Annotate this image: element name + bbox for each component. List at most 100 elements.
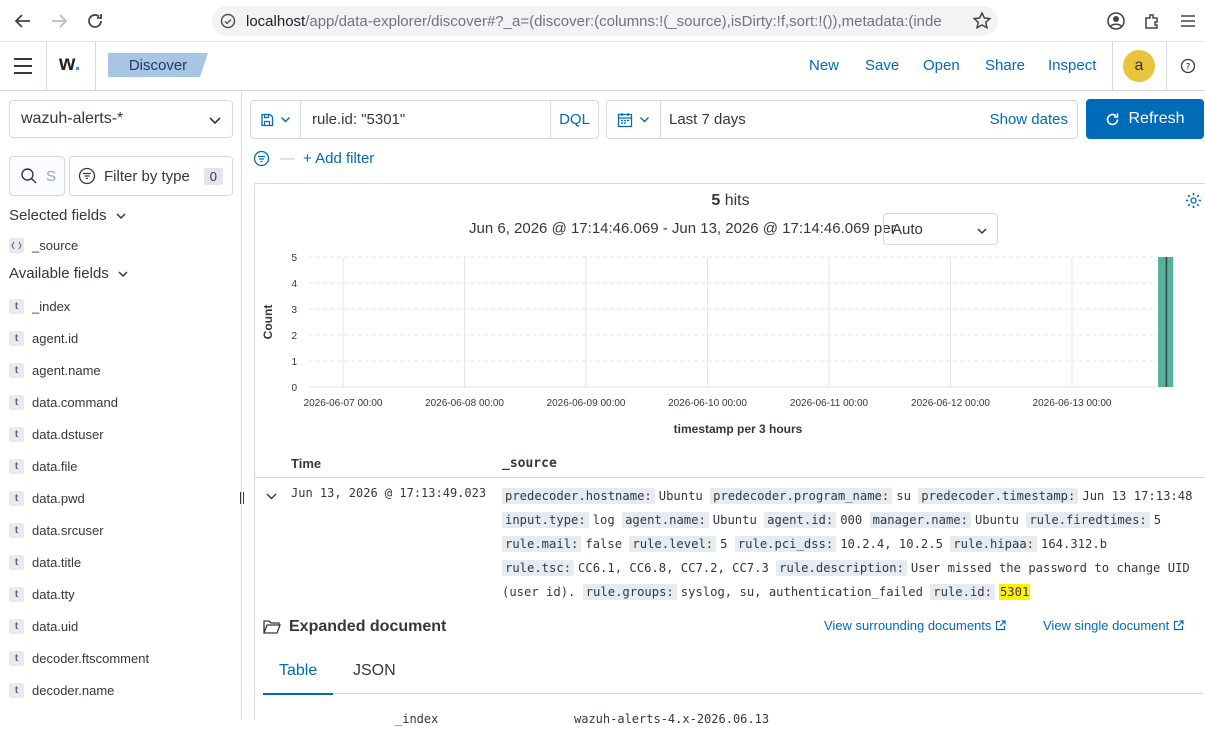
string-type-icon: t <box>9 554 24 570</box>
histogram-chart: 0 1 2 3 4 5 2026-06-07 00:00 2026-06-08 00:00 20… <box>261 253 1174 436</box>
address-bar[interactable]: localhost/app/data-explorer/discover#?_a… <box>212 6 998 36</box>
forward-icon[interactable] <box>47 9 71 33</box>
site-info-icon[interactable] <box>220 13 236 29</box>
quick-date-menu-button[interactable] <box>606 100 661 139</box>
x-tick-label: 2026-06-13 00:00 <box>1033 398 1112 409</box>
add-filter-button[interactable]: + Add filter <box>303 150 374 167</box>
browser-menu-icon[interactable] <box>1176 9 1200 33</box>
source-type-icon <box>9 237 24 253</box>
doc-field-key: _index <box>395 712 439 726</box>
saved-query-button[interactable] <box>250 100 301 139</box>
field-item[interactable]: t data.title <box>9 552 81 572</box>
source-field-key: rule.description: <box>776 560 907 576</box>
inspect-link[interactable]: Inspect <box>1048 57 1096 74</box>
view-surrounding-link[interactable]: View surrounding documents <box>824 618 1007 633</box>
string-type-icon: t <box>9 298 24 314</box>
field-item[interactable]: t agent.name <box>9 360 101 380</box>
field-item[interactable]: t _index <box>9 296 70 316</box>
field-name: decoder.name <box>32 682 115 698</box>
external-link-icon <box>996 620 1007 631</box>
search-placeholder: S <box>46 167 57 185</box>
field-item[interactable]: t data.tty <box>9 584 75 604</box>
time-column-header[interactable]: Time <box>291 456 321 471</box>
gear-icon[interactable] <box>1185 192 1202 214</box>
field-item[interactable]: t data.srcuser <box>9 520 104 540</box>
field-item[interactable]: t data.uid <box>9 616 78 636</box>
field-item[interactable]: t data.dstuser <box>9 424 104 444</box>
field-item-source[interactable]: _source <box>9 235 78 255</box>
header-divider <box>95 42 96 91</box>
source-column-header[interactable]: _source <box>502 456 557 471</box>
show-dates-link[interactable]: Show dates <box>990 111 1068 128</box>
x-tick-label: 2026-06-11 00:00 <box>790 398 869 409</box>
tab-json[interactable]: JSON <box>353 662 396 680</box>
index-pattern-select[interactable]: wazuh-alerts-* <box>9 100 233 138</box>
source-field-value: 5 <box>720 537 728 551</box>
field-name: data.command <box>32 394 118 410</box>
bookmark-star-icon[interactable] <box>972 11 992 36</box>
source-field-key: predecoder.hostname: <box>502 488 655 504</box>
back-icon[interactable] <box>11 9 35 33</box>
filter-bar: — + Add filter <box>253 150 374 167</box>
reload-icon[interactable] <box>83 9 107 33</box>
source-field-key: rule.tsc: <box>502 560 575 576</box>
source-field-key: rule.hipaa: <box>950 536 1037 552</box>
field-item[interactable]: t decoder.name <box>9 680 114 700</box>
breadcrumb-discover[interactable]: Discover <box>108 53 208 77</box>
chevron-down-icon <box>640 117 649 123</box>
source-field-value: Ubuntu <box>658 489 703 503</box>
source-field-key: rule.firedtimes: <box>1026 512 1150 528</box>
save-link[interactable]: Save <box>865 57 899 74</box>
wazuh-logo[interactable]: w. <box>59 52 80 76</box>
field-item[interactable]: t data.pwd <box>9 488 85 508</box>
sidebar-resize-handle[interactable] <box>238 490 246 511</box>
filter-by-type-button[interactable]: Filter by type 0 <box>69 156 233 196</box>
share-link[interactable]: Share <box>985 57 1025 74</box>
expanded-doc-tabs: Table JSON <box>262 650 1203 695</box>
source-field-key: rule.groups: <box>582 584 677 600</box>
field-name: data.uid <box>32 618 79 634</box>
search-icon <box>21 168 37 184</box>
filter-options-icon[interactable] <box>253 150 270 167</box>
hamburger-menu-icon[interactable] <box>12 56 34 81</box>
user-avatar[interactable]: a <box>1123 50 1155 82</box>
help-icon[interactable]: ? <box>1180 58 1196 79</box>
chevron-down-icon[interactable] <box>265 490 278 508</box>
field-item[interactable]: t data.file <box>9 456 78 476</box>
string-type-icon: t <box>9 522 24 538</box>
table-row[interactable]: Jun 13, 2026 @ 17:13:49.023 predecoder.h… <box>255 482 1205 602</box>
view-single-document-link[interactable]: View single document <box>1043 618 1184 633</box>
string-type-icon: t <box>9 458 24 474</box>
source-field-value: su <box>896 489 911 503</box>
refresh-icon <box>1107 113 1119 125</box>
y-tick-label: 5 <box>291 253 297 264</box>
highlighted-source-value: 5301 <box>998 584 1031 600</box>
refresh-button[interactable]: Refresh <box>1086 99 1204 139</box>
selected-fields-header[interactable]: Selected fields <box>9 207 127 224</box>
x-axis-label: timestamp per 3 hours <box>674 422 803 436</box>
new-link[interactable]: New <box>809 57 839 74</box>
time-range-text: Jun 6, 2026 @ 17:14:46.069 - Jun 13, 202… <box>469 220 896 237</box>
date-range-display[interactable]: Last 7 days Show dates <box>660 100 1078 139</box>
y-tick-label: 0 <box>291 383 297 394</box>
available-fields-header[interactable]: Available fields <box>9 265 129 282</box>
open-link[interactable]: Open <box>923 57 960 74</box>
extensions-icon[interactable] <box>1140 9 1164 33</box>
tab-table[interactable]: Table <box>262 662 334 695</box>
x-tick-label: 2026-06-12 00:00 <box>911 398 990 409</box>
field-item[interactable]: t data.command <box>9 392 118 412</box>
y-tick-label: 1 <box>291 357 297 368</box>
x-tick-label: 2026-06-07 00:00 <box>304 398 383 409</box>
string-type-icon: t <box>9 394 24 410</box>
interval-select[interactable]: Auto <box>883 213 998 245</box>
profile-icon[interactable] <box>1104 9 1128 33</box>
query-language-button[interactable]: DQL <box>550 100 599 139</box>
field-item[interactable]: t agent.id <box>9 328 78 348</box>
query-input[interactable]: rule.id: "5301" <box>300 100 550 139</box>
folder-open-icon <box>263 620 281 634</box>
save-icon <box>261 113 274 126</box>
field-item[interactable]: t decoder.ftscomment <box>9 648 149 668</box>
field-search-input[interactable]: S <box>9 156 65 196</box>
app-header: w. Discover New Save Open Share Inspect … <box>0 42 1205 91</box>
field-name: data.dstuser <box>32 426 104 442</box>
